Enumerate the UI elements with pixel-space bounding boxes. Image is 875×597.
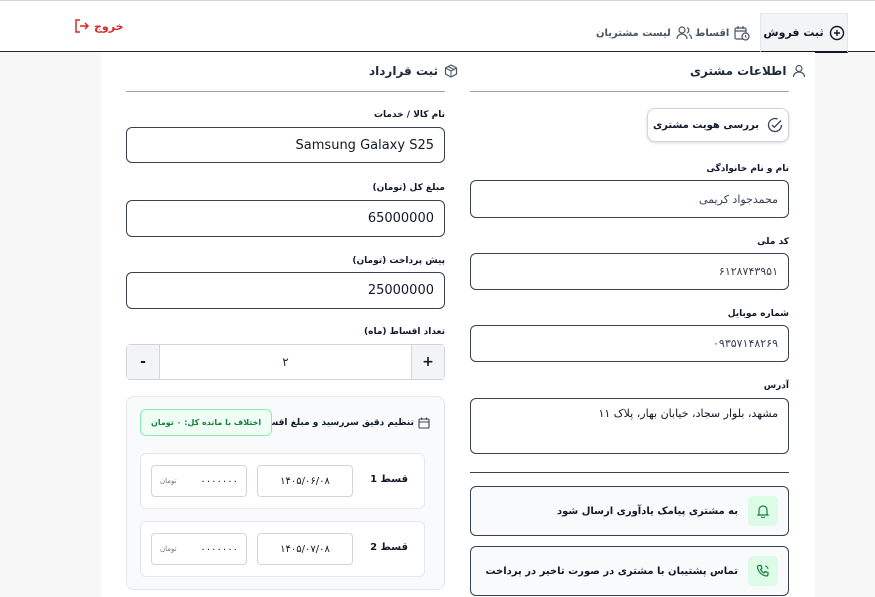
- installment-schedule-box: تنظیم دقیق سررسید و مبلغ اقساط اختلاف با…: [126, 396, 445, 590]
- sms-reminder-label: به مشتری پیامک یادآوری ارسال شود: [557, 505, 738, 517]
- calendar-icon: [418, 417, 430, 429]
- installment-label: قسط 1: [370, 474, 408, 485]
- prepayment-label: پیش پرداخت (تومان): [352, 256, 445, 266]
- tab-installments[interactable]: اقساط: [695, 13, 750, 53]
- schedule-title: تنظیم دقیق سررسید و مبلغ اقساط: [257, 417, 430, 429]
- page-background-left: [0, 52, 101, 597]
- name-field[interactable]: محمدجواد کریمی: [470, 180, 789, 218]
- phone-icon: [748, 556, 778, 586]
- toggles-divider: [470, 472, 789, 473]
- installment-amount-unit: تومان: [160, 477, 177, 485]
- name-label: نام و نام خانوادگی: [706, 164, 789, 174]
- installment-date-input[interactable]: ۱۴۰۵/۰۷/۰۸: [257, 533, 353, 565]
- national-id-field[interactable]: ۶۱۲۸۷۴۳۹۵۱: [470, 253, 789, 290]
- installment-row: قسط 1 ۱۴۰۵/۰۶/۰۸ تومان ۰۰۰۰۰۰۰: [140, 453, 425, 509]
- verify-customer-button-label: بررسی هویت مشتری: [652, 119, 760, 131]
- users-icon: [676, 26, 692, 40]
- app-page: خروج لیست مشتریان اقساط ثبت فروش اطلاعات…: [0, 0, 875, 597]
- national-id-label: کد ملی: [757, 237, 789, 247]
- verify-customer-button[interactable]: بررسی هویت مشتری: [647, 108, 789, 142]
- package-icon: [444, 64, 458, 78]
- sms-reminder-toggle[interactable]: به مشتری پیامک یادآوری ارسال شود: [470, 486, 789, 536]
- installment-date-input[interactable]: ۱۴۰۵/۰۶/۰۸: [257, 465, 353, 497]
- difference-badge: اختلاف با مانده کل: ۰ تومان: [140, 409, 273, 436]
- customer-section-title: اطلاعات مشتری: [690, 64, 806, 78]
- page-background-right: [815, 52, 875, 597]
- user-icon: [792, 64, 806, 78]
- installment-amount-unit: تومان: [160, 545, 177, 553]
- installment-label: قسط 2: [370, 542, 408, 553]
- product-field[interactable]: Samsung Galaxy S25: [126, 127, 445, 163]
- prepayment-field[interactable]: 25000000: [126, 272, 445, 309]
- contract-section-divider: [126, 91, 445, 92]
- support-call-label: تماس پشتیبان با مشتری در صورت تاخیر در پ…: [485, 565, 738, 577]
- increment-button[interactable]: +: [412, 345, 444, 379]
- calendar-clock-icon: [734, 25, 750, 41]
- customer-section-divider: [470, 91, 789, 92]
- check-circle-icon: [767, 117, 783, 133]
- top-navbar: خروج لیست مشتریان اقساط ثبت فروش: [0, 0, 875, 53]
- installment-count-value[interactable]: ۲: [159, 345, 412, 379]
- total-amount-field[interactable]: 65000000: [126, 200, 445, 237]
- logout-icon: [74, 19, 90, 33]
- installment-amount-value: ۰۰۰۰۰۰۰: [200, 475, 238, 487]
- tab-customers-label: لیست مشتریان: [596, 27, 671, 39]
- tab-register-sale[interactable]: ثبت فروش: [760, 13, 848, 53]
- installment-amount-value: ۰۰۰۰۰۰۰: [200, 543, 238, 555]
- contract-section-title-text: ثبت قرارداد: [369, 64, 439, 78]
- logout-label: خروج: [94, 19, 124, 33]
- tab-register-sale-label: ثبت فروش: [763, 26, 824, 39]
- plus-circle-icon: [829, 25, 845, 41]
- installment-count-stepper: - ۲ +: [126, 344, 445, 380]
- mobile-field[interactable]: ۰۹۳۵۷۱۴۸۲۶۹: [470, 325, 789, 362]
- customer-section-title-text: اطلاعات مشتری: [690, 64, 787, 78]
- product-label: نام کالا / خدمات: [373, 110, 445, 120]
- installment-row: قسط 2 ۱۴۰۵/۰۷/۰۸ تومان ۰۰۰۰۰۰۰: [140, 521, 425, 577]
- tab-customers-list[interactable]: لیست مشتریان: [596, 13, 692, 53]
- logout-button[interactable]: خروج: [74, 19, 124, 33]
- decrement-button[interactable]: -: [127, 345, 159, 379]
- mobile-label: شماره موبایل: [727, 309, 789, 319]
- schedule-title-text: تنظیم دقیق سررسید و مبلغ اقساط: [256, 418, 414, 428]
- address-textarea[interactable]: مشهد، بلوار سجاد، خیابان بهار، پلاک ۱۱: [470, 398, 789, 454]
- installment-amount-input[interactable]: تومان ۰۰۰۰۰۰۰: [151, 465, 247, 497]
- total-amount-label: مبلغ کل (تومان): [372, 183, 445, 193]
- installment-count-label: تعداد اقساط (ماه): [364, 327, 445, 337]
- address-label: آدرس: [763, 381, 789, 391]
- contract-section-title: ثبت قرارداد: [369, 64, 458, 78]
- bell-icon: [748, 496, 778, 526]
- support-call-toggle[interactable]: تماس پشتیبان با مشتری در صورت تاخیر در پ…: [470, 546, 789, 596]
- tab-installments-label: اقساط: [695, 27, 730, 39]
- installment-amount-input[interactable]: تومان ۰۰۰۰۰۰۰: [151, 533, 247, 565]
